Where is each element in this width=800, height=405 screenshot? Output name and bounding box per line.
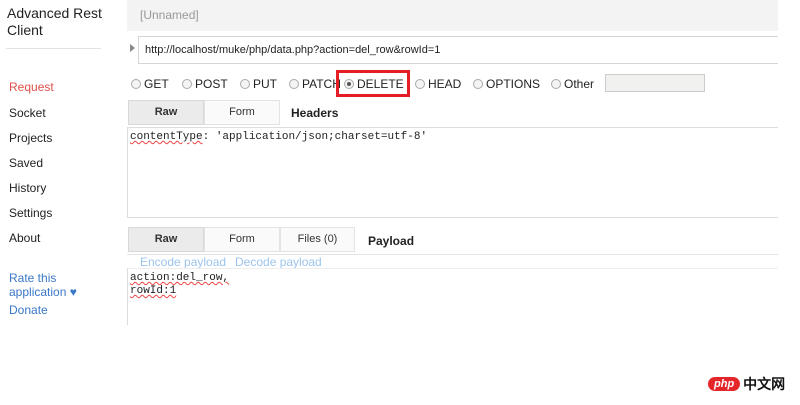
donate-link[interactable]: Donate bbox=[9, 303, 48, 317]
delete-highlight-box bbox=[336, 70, 410, 97]
sidebar-item-request[interactable]: Request bbox=[9, 80, 54, 94]
method-post[interactable]: POST bbox=[182, 77, 228, 91]
php-logo: php bbox=[708, 377, 741, 391]
encode-payload-link[interactable]: Encode payload bbox=[140, 255, 226, 269]
sidebar-item-saved[interactable]: Saved bbox=[9, 156, 43, 170]
sidebar-item-settings[interactable]: Settings bbox=[9, 206, 52, 220]
payload-tab-raw[interactable]: Raw bbox=[128, 227, 204, 252]
method-other[interactable]: Other bbox=[551, 77, 594, 91]
sidebar-item-socket[interactable]: Socket bbox=[9, 106, 46, 120]
headers-textarea[interactable]: contentType: 'application/json;charset=u… bbox=[127, 127, 778, 218]
payload-tab-form[interactable]: Form bbox=[204, 227, 280, 252]
decode-payload-link[interactable]: Decode payload bbox=[235, 255, 322, 269]
headers-tab-form[interactable]: Form bbox=[204, 100, 280, 125]
payload-heading: Payload bbox=[368, 234, 415, 248]
request-name-bar[interactable] bbox=[127, 0, 778, 31]
sidebar-item-projects[interactable]: Projects bbox=[9, 131, 52, 145]
watermark-text: 中文网 bbox=[743, 376, 786, 392]
method-patch[interactable]: PATCH bbox=[289, 77, 341, 91]
watermark-logo: php 中文网 bbox=[708, 374, 785, 394]
method-head[interactable]: HEAD bbox=[415, 77, 461, 91]
headers-tab-raw[interactable]: Raw bbox=[128, 100, 204, 125]
sidebar-item-history[interactable]: History bbox=[9, 181, 46, 195]
method-put[interactable]: PUT bbox=[240, 77, 277, 91]
divider bbox=[6, 48, 101, 49]
headers-heading: Headers bbox=[291, 106, 339, 120]
sidebar-item-about[interactable]: About bbox=[9, 231, 40, 245]
other-method-input[interactable] bbox=[605, 74, 705, 92]
method-get[interactable]: GET bbox=[131, 77, 169, 91]
expand-arrow-icon[interactable] bbox=[130, 44, 135, 52]
url-input[interactable]: http://localhost/muke/php/data.php?actio… bbox=[138, 36, 778, 64]
rate-app-link[interactable]: Rate this application ♥ bbox=[9, 271, 99, 299]
app-title: Advanced Rest Client bbox=[7, 5, 102, 38]
payload-textarea[interactable]: action:del_row, rowId:1 bbox=[127, 268, 778, 325]
method-options[interactable]: OPTIONS bbox=[473, 77, 540, 91]
payload-tab-files[interactable]: Files (0) bbox=[280, 227, 355, 252]
request-name[interactable]: [Unnamed] bbox=[140, 8, 199, 22]
